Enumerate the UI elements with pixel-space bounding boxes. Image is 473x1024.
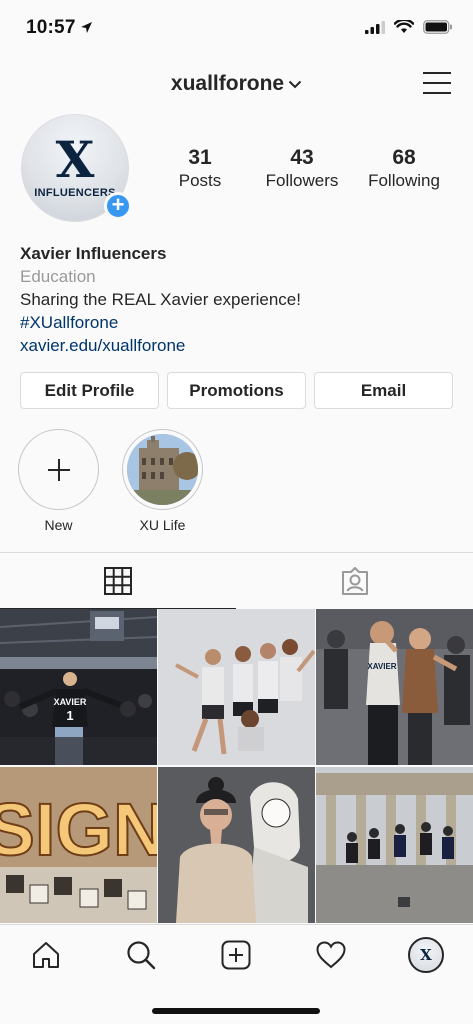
- highlight-label: XU Life: [139, 517, 186, 533]
- profile-name: Xavier Influencers: [20, 244, 167, 263]
- stat-value: 31: [188, 146, 212, 169]
- signal-icon: [365, 20, 385, 34]
- avatar-logo-letter: X: [55, 130, 95, 189]
- profile-header: xuallforone: [0, 58, 473, 110]
- tagged-icon: [342, 567, 368, 595]
- status-icons: [365, 20, 453, 34]
- mini-avatar-letter: X: [420, 946, 432, 964]
- email-button[interactable]: Email: [314, 372, 453, 409]
- home-indicator[interactable]: [152, 1008, 320, 1014]
- add-story-icon[interactable]: +: [104, 192, 132, 220]
- stat-label: Following: [368, 171, 440, 190]
- building-image: [127, 434, 198, 505]
- highlight-cover-image: [127, 434, 198, 505]
- chevron-down-icon: [288, 80, 302, 89]
- post-thumbnail[interactable]: XAVIER 1: [0, 609, 157, 765]
- stat-label: Posts: [178, 171, 222, 190]
- new-post-glyph: [221, 940, 251, 970]
- svg-text:XAVIER: XAVIER: [367, 662, 396, 671]
- group-photo: [158, 609, 315, 765]
- stat-posts[interactable]: 31 Posts: [152, 146, 248, 191]
- home-glyph: [33, 942, 59, 968]
- story-highlights: New XU Life: [18, 429, 203, 533]
- hamburger-menu-icon[interactable]: [423, 70, 451, 96]
- svg-text:1: 1: [66, 708, 73, 723]
- status-time: 10:57: [26, 17, 76, 38]
- sign-photo: SIGN: [0, 767, 157, 923]
- grid-icon: [104, 567, 132, 595]
- location-arrow-icon: [81, 22, 92, 33]
- bio-text: Sharing the REAL Xavier experience!: [20, 290, 301, 309]
- bottom-navigation: X: [0, 924, 473, 1024]
- sign-letters: SIGN: [0, 788, 157, 871]
- account-switcher[interactable]: xuallforone: [0, 72, 473, 96]
- battery-icon: [423, 20, 452, 34]
- website-link[interactable]: xavier.edu/xuallforone: [20, 334, 460, 357]
- plus-icon: [47, 458, 70, 481]
- stat-following[interactable]: 68 Following: [352, 146, 456, 191]
- bio-hashtag-link[interactable]: #XUallforone: [20, 311, 460, 334]
- stat-label: Followers: [265, 171, 339, 190]
- profile-action-buttons: Edit Profile Promotions Email: [20, 372, 453, 409]
- mini-avatar: X: [408, 937, 444, 973]
- highlight-new[interactable]: New: [18, 429, 99, 533]
- post-thumbnail[interactable]: SIGN: [0, 767, 157, 923]
- post-thumbnail[interactable]: XAVIER: [316, 609, 473, 765]
- promotions-button[interactable]: Promotions: [167, 372, 306, 409]
- highlight-xu-life[interactable]: XU Life: [122, 429, 203, 533]
- tab-grid[interactable]: [0, 553, 236, 609]
- brandenburg-gate-photo: [316, 767, 473, 923]
- highlight-cover-ring: [122, 429, 203, 510]
- shirt-text: XAVIER: [54, 697, 87, 707]
- portrait-photo: [158, 767, 315, 923]
- heart-glyph: [316, 941, 346, 969]
- profile-category: Education: [20, 267, 96, 286]
- wifi-icon: [394, 20, 414, 33]
- profile-bio: Xavier Influencers Education Sharing the…: [20, 242, 460, 357]
- profile-avatar-icon[interactable]: X: [406, 935, 446, 975]
- posts-grid: XAVIER 1 XAVIER SIGN: [0, 609, 473, 923]
- search-icon[interactable]: [121, 935, 161, 975]
- post-thumbnail[interactable]: [316, 767, 473, 923]
- arena-photo: XAVIER 1: [0, 609, 157, 765]
- post-thumbnail[interactable]: [158, 767, 315, 923]
- stat-value: 43: [290, 146, 314, 169]
- edit-profile-button[interactable]: Edit Profile: [20, 372, 159, 409]
- new-post-icon[interactable]: [216, 935, 256, 975]
- tab-tagged[interactable]: [237, 553, 473, 609]
- highlight-label: New: [44, 517, 73, 533]
- post-thumbnail[interactable]: [158, 609, 315, 765]
- stat-value: 68: [392, 146, 416, 169]
- status-bar: 10:57: [0, 0, 473, 58]
- profile-tabs: [0, 552, 473, 609]
- username-label: xuallforone: [170, 72, 285, 95]
- stat-followers[interactable]: 43 Followers: [250, 146, 354, 191]
- profile-stats: 31 Posts 43 Followers 68 Following: [152, 146, 462, 191]
- crowd-photo: XAVIER: [316, 609, 473, 765]
- profile-avatar[interactable]: X INFLUENCERS +: [21, 114, 132, 222]
- highlight-new-circle: [18, 429, 99, 510]
- search-glyph: [127, 941, 156, 970]
- home-icon[interactable]: [26, 935, 66, 975]
- activity-heart-icon[interactable]: [311, 935, 351, 975]
